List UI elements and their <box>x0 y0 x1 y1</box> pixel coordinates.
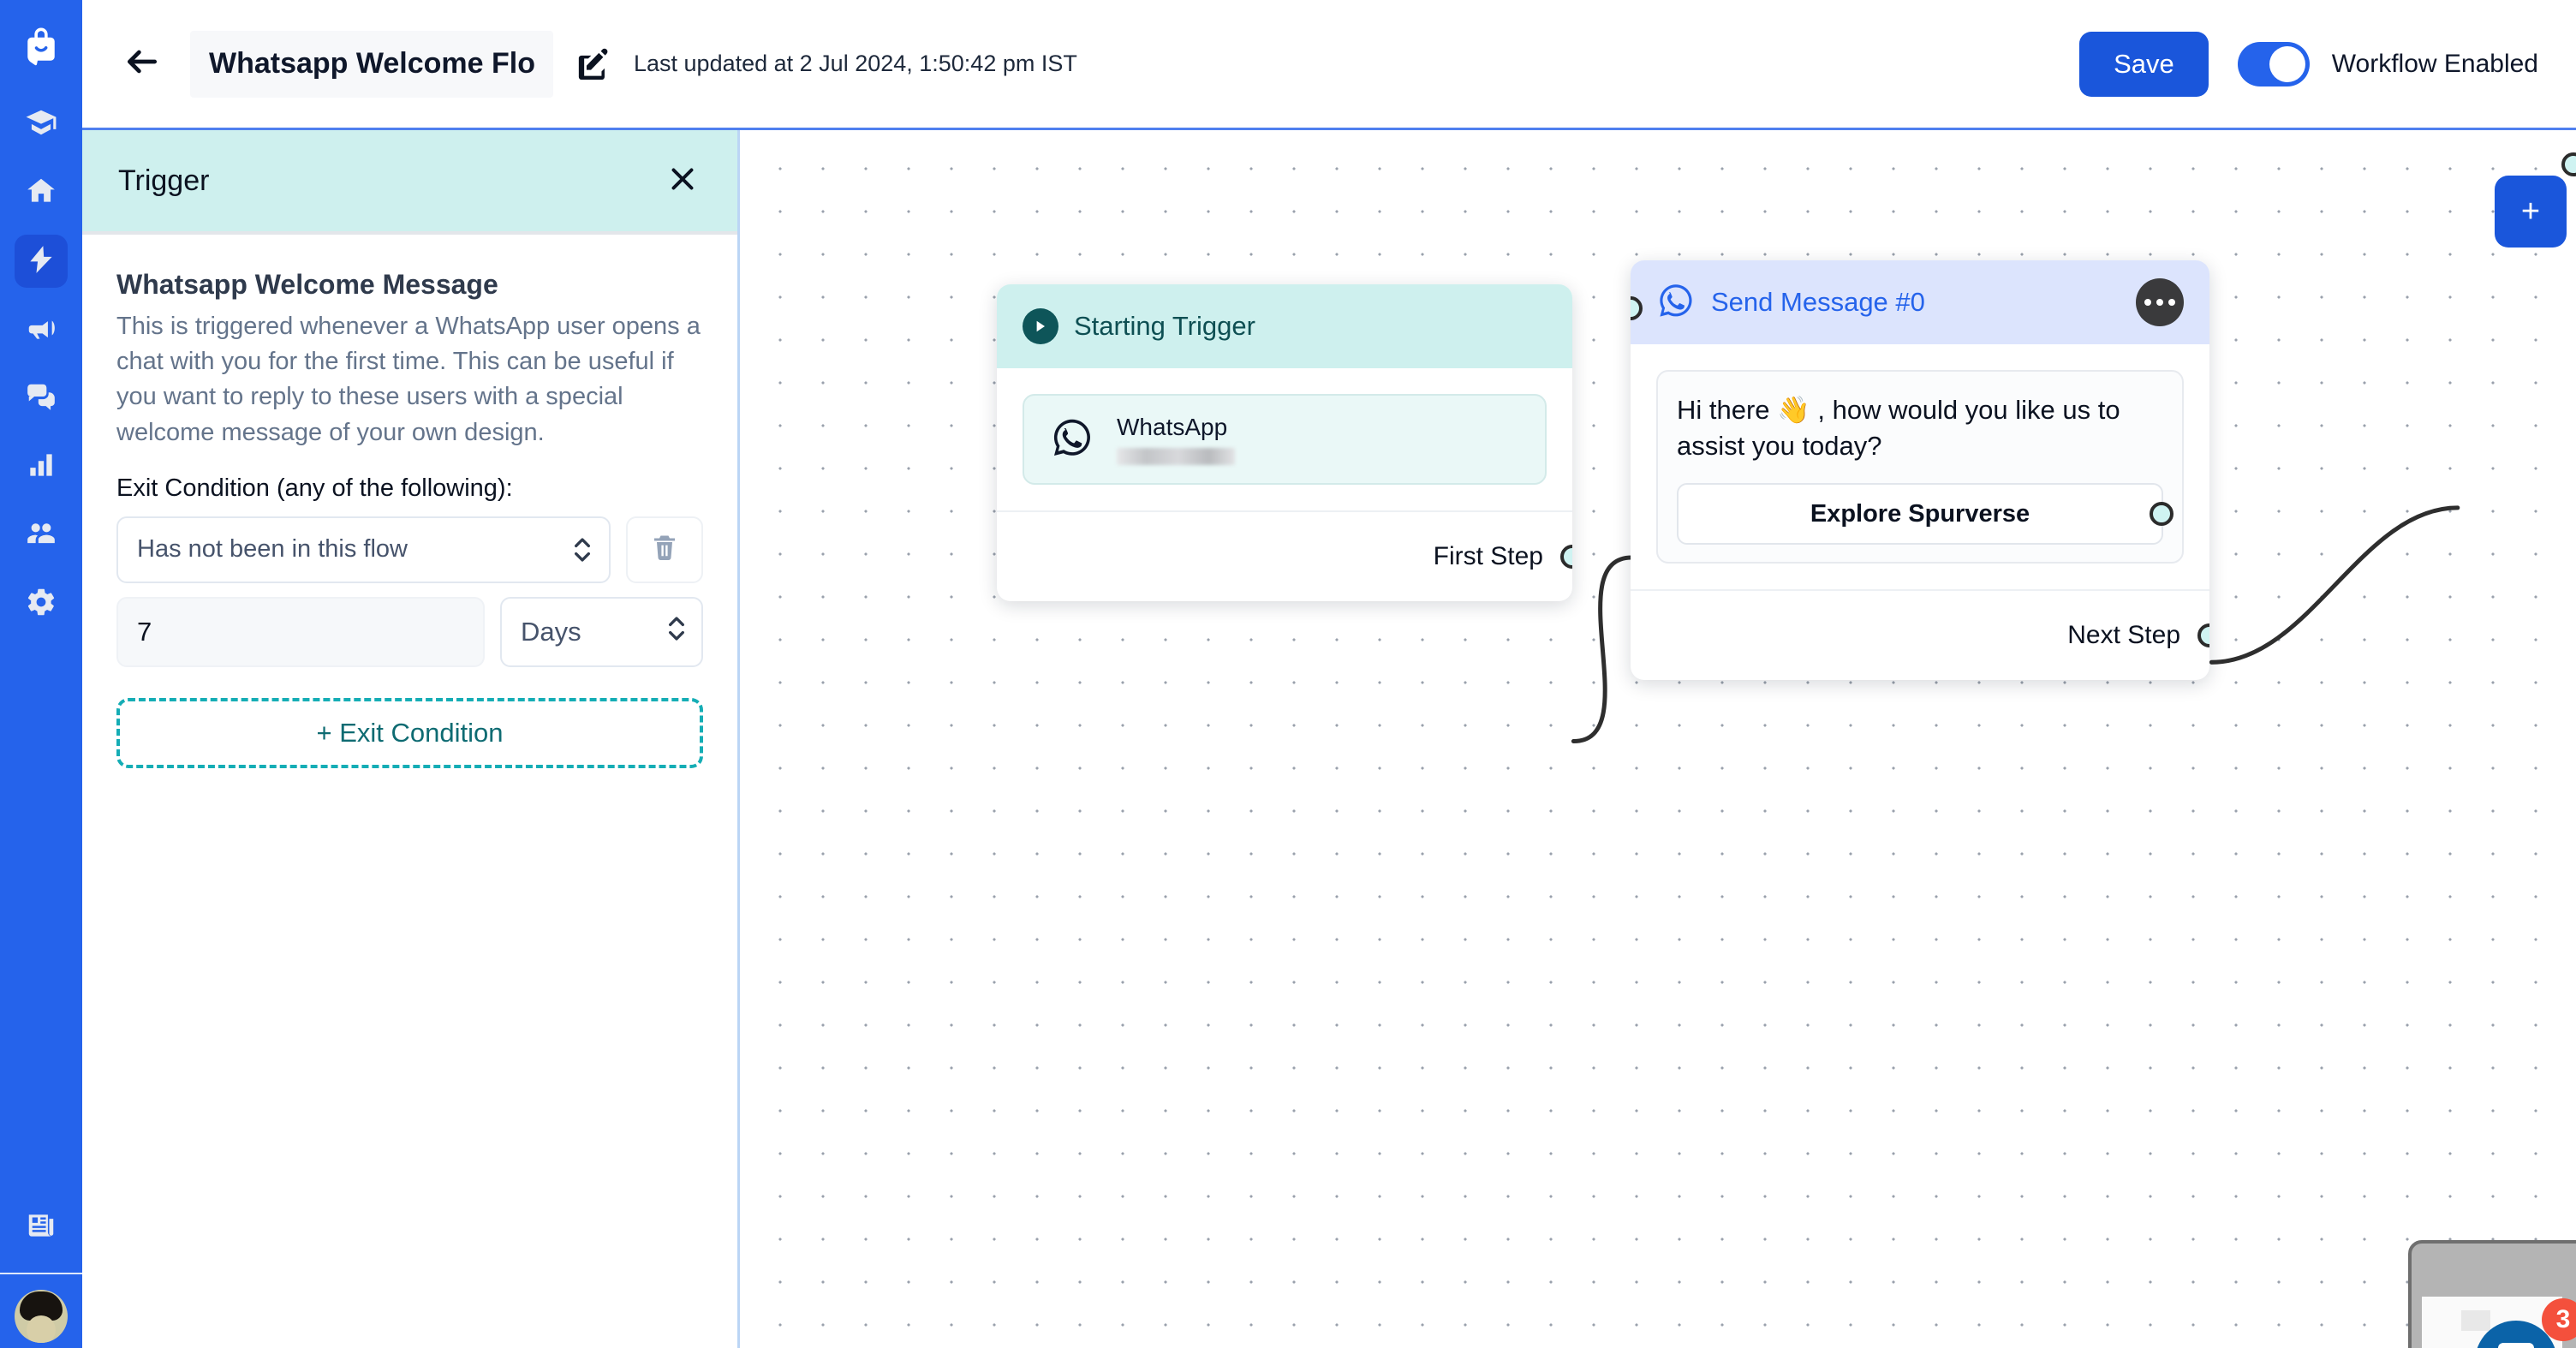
add-step-button[interactable]: + <box>2495 176 2567 248</box>
handle-reply-source[interactable] <box>2150 502 2174 527</box>
sidebar-item-academy[interactable] <box>15 98 68 151</box>
sidebar-item-whats-new[interactable] <box>15 1201 68 1254</box>
arrow-left-icon <box>123 43 161 85</box>
app-root: Last updated at 2 Jul 2024, 1:50:42 pm I… <box>0 0 2576 1348</box>
gear-icon <box>25 586 57 623</box>
channel-detail-redacted <box>1117 448 1235 465</box>
save-button[interactable]: Save <box>2079 31 2209 97</box>
flow-title-input[interactable] <box>190 30 553 98</box>
reply-button-label: Explore Spurverse <box>1810 499 2030 528</box>
trash-icon <box>649 530 680 569</box>
kebab-menu-icon[interactable] <box>2136 278 2184 326</box>
add-exit-condition-button[interactable]: + Exit Condition <box>116 697 703 768</box>
left-nav-rail <box>0 0 82 1348</box>
edge-trigger-to-message <box>1571 555 1634 744</box>
megaphone-icon <box>25 312 57 349</box>
lightning-bolt-icon <box>25 243 57 280</box>
trigger-panel-body: Whatsapp Welcome Message This is trigger… <box>82 235 737 768</box>
rail-item-list <box>15 98 68 630</box>
channel-name: WhatsApp <box>1117 414 1228 440</box>
sidebar-item-analytics[interactable] <box>15 440 68 493</box>
send-message-header: Send Message #0 <box>1631 260 2209 344</box>
chevron-updown-icon <box>573 534 592 566</box>
duration-unit-select[interactable]: Days <box>500 596 703 667</box>
delete-exit-condition-button[interactable] <box>626 516 703 583</box>
close-icon <box>667 164 698 199</box>
send-message-footer: Next Step <box>1631 589 2209 680</box>
first-step-label: First Step <box>1433 542 1543 570</box>
last-updated-text: Last updated at 2 Jul 2024, 1:50:42 pm I… <box>634 51 1077 76</box>
trigger-panel-title: Trigger <box>118 164 210 197</box>
duration-input[interactable] <box>116 596 485 667</box>
next-step-label: Next Step <box>2067 621 2180 650</box>
newspaper-icon <box>25 1209 57 1246</box>
avatar[interactable] <box>15 1290 68 1343</box>
home-icon <box>25 175 57 212</box>
sidebar-item-home[interactable] <box>15 166 68 219</box>
sidebar-item-inbox[interactable] <box>15 372 68 425</box>
trigger-panel-header: Trigger <box>82 130 737 235</box>
top-bar: Last updated at 2 Jul 2024, 1:50:42 pm I… <box>82 0 2576 130</box>
users-icon <box>25 517 57 554</box>
sidebar-item-automations[interactable] <box>15 235 68 288</box>
close-panel-button[interactable] <box>664 162 701 200</box>
sidebar-item-campaigns[interactable] <box>15 303 68 356</box>
channel-meta: WhatsApp <box>1117 414 1235 465</box>
chevron-updown-icon <box>667 612 686 652</box>
node-starting-trigger[interactable]: Starting Trigger WhatsApp First Step <box>997 284 1572 601</box>
workflow-enabled-toggle[interactable] <box>2237 41 2310 86</box>
trigger-panel: Trigger Whatsapp Welcome Message This is… <box>82 130 740 1348</box>
play-circle-icon <box>1023 308 1058 344</box>
back-button[interactable] <box>115 37 170 92</box>
reply-button-explore-spurverse[interactable]: Explore Spurverse <box>1677 483 2174 546</box>
chat-bubbles-icon <box>25 380 57 417</box>
exit-condition-value: Has not been in this flow <box>137 535 408 564</box>
spur-logo-icon[interactable] <box>16 22 66 72</box>
workflow-enabled-label: Workflow Enabled <box>2331 49 2538 78</box>
exit-condition-select[interactable]: Has not been in this flow <box>116 516 611 583</box>
sidebar-item-contacts[interactable] <box>15 509 68 562</box>
send-message-title: Send Message #0 <box>1711 287 1925 317</box>
exit-condition-row: Has not been in this flow <box>116 516 703 583</box>
support-chat-widget[interactable]: 3 <box>2408 1240 2576 1348</box>
toggle-knob <box>2269 45 2305 82</box>
message-text: Hi there 👋 , how would you like us to as… <box>1677 395 2120 462</box>
duration-row: Days <box>116 596 703 667</box>
graduation-cap-icon <box>25 106 57 143</box>
sidebar-item-settings[interactable] <box>15 577 68 630</box>
pencil-edit-icon[interactable] <box>575 45 615 84</box>
exit-condition-label: Exit Condition (any of the following): <box>116 474 513 502</box>
body-row: Trigger Whatsapp Welcome Message This is… <box>82 130 2576 1348</box>
main-area: Last updated at 2 Jul 2024, 1:50:42 pm I… <box>82 0 2576 1348</box>
node-send-message-0[interactable]: Send Message #0 Hi there 👋 , how would y… <box>1631 260 2209 681</box>
send-message-body: Hi there 👋 , how would you like us to as… <box>1631 344 2209 589</box>
handle-offscreen-next-node-target[interactable] <box>2561 152 2576 176</box>
chat-smile-glyph <box>2498 1343 2534 1348</box>
flow-canvas[interactable]: + Starting Trigger WhatsApp First Step S… <box>740 130 2576 1348</box>
starting-trigger-footer: First Step <box>997 510 1572 601</box>
starting-trigger-title: Starting Trigger <box>1074 311 1255 341</box>
whatsapp-icon <box>1050 415 1094 464</box>
starting-trigger-header: Starting Trigger <box>997 284 1572 368</box>
bar-chart-icon <box>25 449 57 486</box>
rail-divider <box>0 1273 82 1274</box>
duration-unit-value: Days <box>521 616 581 647</box>
trigger-description: This is triggered whenever a WhatsApp us… <box>116 313 701 446</box>
starting-trigger-body: WhatsApp <box>997 368 1572 510</box>
edge-message-to-next <box>2209 505 2460 665</box>
whatsapp-icon <box>1656 281 1696 325</box>
message-card: Hi there 👋 , how would you like us to as… <box>1656 370 2184 564</box>
trigger-name: Whatsapp Welcome Message <box>116 269 498 300</box>
rail-bottom-section <box>0 1201 82 1348</box>
channel-card-whatsapp[interactable]: WhatsApp <box>1023 394 1547 485</box>
